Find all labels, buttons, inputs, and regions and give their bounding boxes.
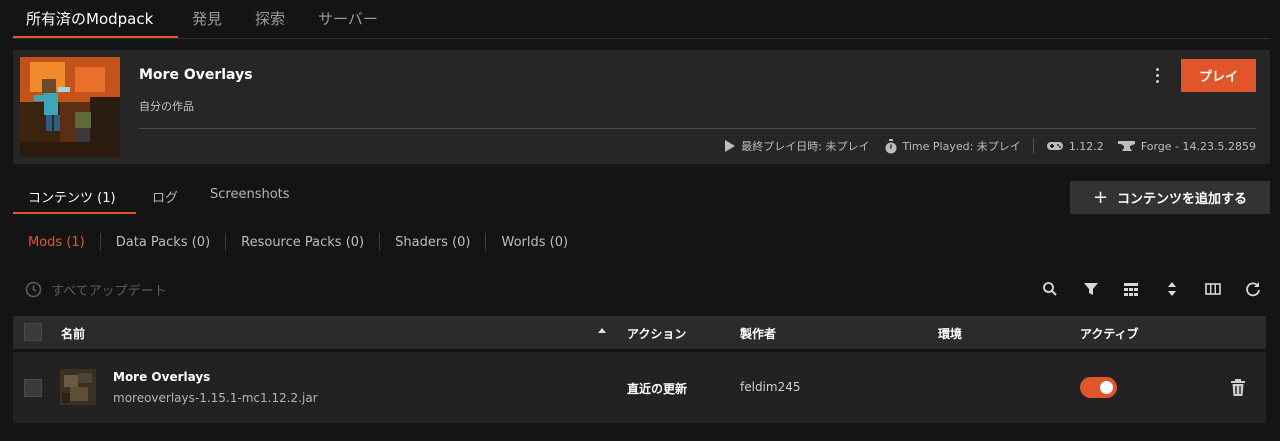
toggle-knob [1100,381,1113,394]
play-button[interactable]: プレイ [1181,59,1256,92]
time-played: Time Played: 未プレイ [884,138,1021,154]
clock-history-icon [25,281,42,297]
subtab-divider [485,233,487,251]
active-content-tab-indicator [13,212,136,214]
mod-filename: moreoverlays-1.15.1-mc1.12.2.jar [113,391,318,405]
mod-active-toggle[interactable] [1080,377,1117,398]
tab-servers[interactable]: サーバー [318,8,378,29]
minecraft-version-text: 1.12.2 [1068,139,1104,153]
column-active[interactable]: アクティブ [1080,325,1139,342]
column-name[interactable]: 名前 [61,325,85,342]
play-triangle-icon [725,140,736,152]
last-played-text: 最終プレイ日時: 未プレイ [741,140,870,153]
modpack-subtitle: 自分の作品 [139,100,194,113]
column-environment[interactable]: 環境 [938,325,962,342]
modpack-thumbnail [20,57,120,157]
subtab-mods[interactable]: Mods (1) [28,235,85,250]
minecraft-version: 1.12.2 [1046,140,1104,153]
mod-loader: Forge - 14.23.5.2859 [1117,139,1256,153]
subtab-worlds[interactable]: Worlds (0) [501,235,568,250]
add-content-button[interactable]: + コンテンツを追加する [1070,181,1270,214]
plus-icon: + [1092,186,1109,208]
gamepad-icon [1046,142,1063,150]
tab-screenshots[interactable]: Screenshots [210,187,290,202]
mod-action[interactable]: 直近の更新 [627,380,687,397]
add-content-label: コンテンツを追加する [1117,192,1248,207]
tab-logs[interactable]: ログ [152,187,178,206]
top-navigation: 所有済のModpack 発見 探索 サーバー [13,0,1270,39]
row-checkbox[interactable] [24,379,42,397]
table-row[interactable]: More Overlays moreoverlays-1.15.1-mc1.12… [13,352,1266,423]
update-all-button[interactable]: すべてアップデート [25,280,167,299]
column-author[interactable]: 製作者 [740,325,776,342]
kebab-menu-icon[interactable] [1150,65,1164,87]
tab-discover[interactable]: 発見 [192,8,222,29]
tab-explore[interactable]: 探索 [255,8,285,29]
modpack-title: More Overlays [139,67,253,83]
anvil-icon [1117,141,1135,151]
last-played: 最終プレイ日時: 未プレイ [724,138,870,154]
time-played-text: Time Played: 未プレイ [902,140,1021,153]
column-action[interactable]: アクション [627,325,686,342]
update-all-label: すべてアップデート [51,283,167,299]
group-icon[interactable] [1123,281,1139,297]
modpack-meta: 最終プレイ日時: 未プレイ Time Played: 未プレイ 1.12.2 F… [724,137,1256,155]
mod-name: More Overlays [113,370,211,384]
refresh-icon[interactable] [1245,281,1261,297]
tab-contents[interactable]: コンテンツ (1) [28,187,116,206]
subtab-shaders[interactable]: Shaders (0) [395,235,470,250]
content-type-tabs: Mods (1) Data Packs (0) Resource Packs (… [28,233,568,251]
trash-icon[interactable] [1230,379,1246,397]
modpack-header: More Overlays 自分の作品 プレイ 最終プレイ日時: 未プレイ Ti… [13,50,1270,164]
columns-icon[interactable] [1205,281,1221,297]
header-divider [139,128,1256,129]
mod-loader-text: Forge - 14.23.5.2859 [1140,139,1256,153]
tab-installed-modpacks[interactable]: 所有済のModpack [26,8,153,29]
filter-icon[interactable] [1083,281,1099,297]
subtab-divider [379,233,381,251]
mod-author: feldim245 [740,380,801,394]
subtab-data-packs[interactable]: Data Packs (0) [116,235,210,250]
sort-ascending-icon[interactable] [598,328,606,333]
subtab-divider [99,233,101,251]
mod-thumbnail [60,369,96,405]
search-icon[interactable] [1042,281,1058,297]
sort-icon[interactable] [1164,281,1180,297]
stopwatch-icon [885,138,896,153]
subtab-divider [225,233,227,251]
active-tab-indicator [13,36,178,38]
meta-divider [1032,138,1034,154]
table-header: 名前 アクション 製作者 環境 アクティブ [13,316,1266,349]
select-all-checkbox[interactable] [24,323,42,341]
subtab-resource-packs[interactable]: Resource Packs (0) [241,235,364,250]
